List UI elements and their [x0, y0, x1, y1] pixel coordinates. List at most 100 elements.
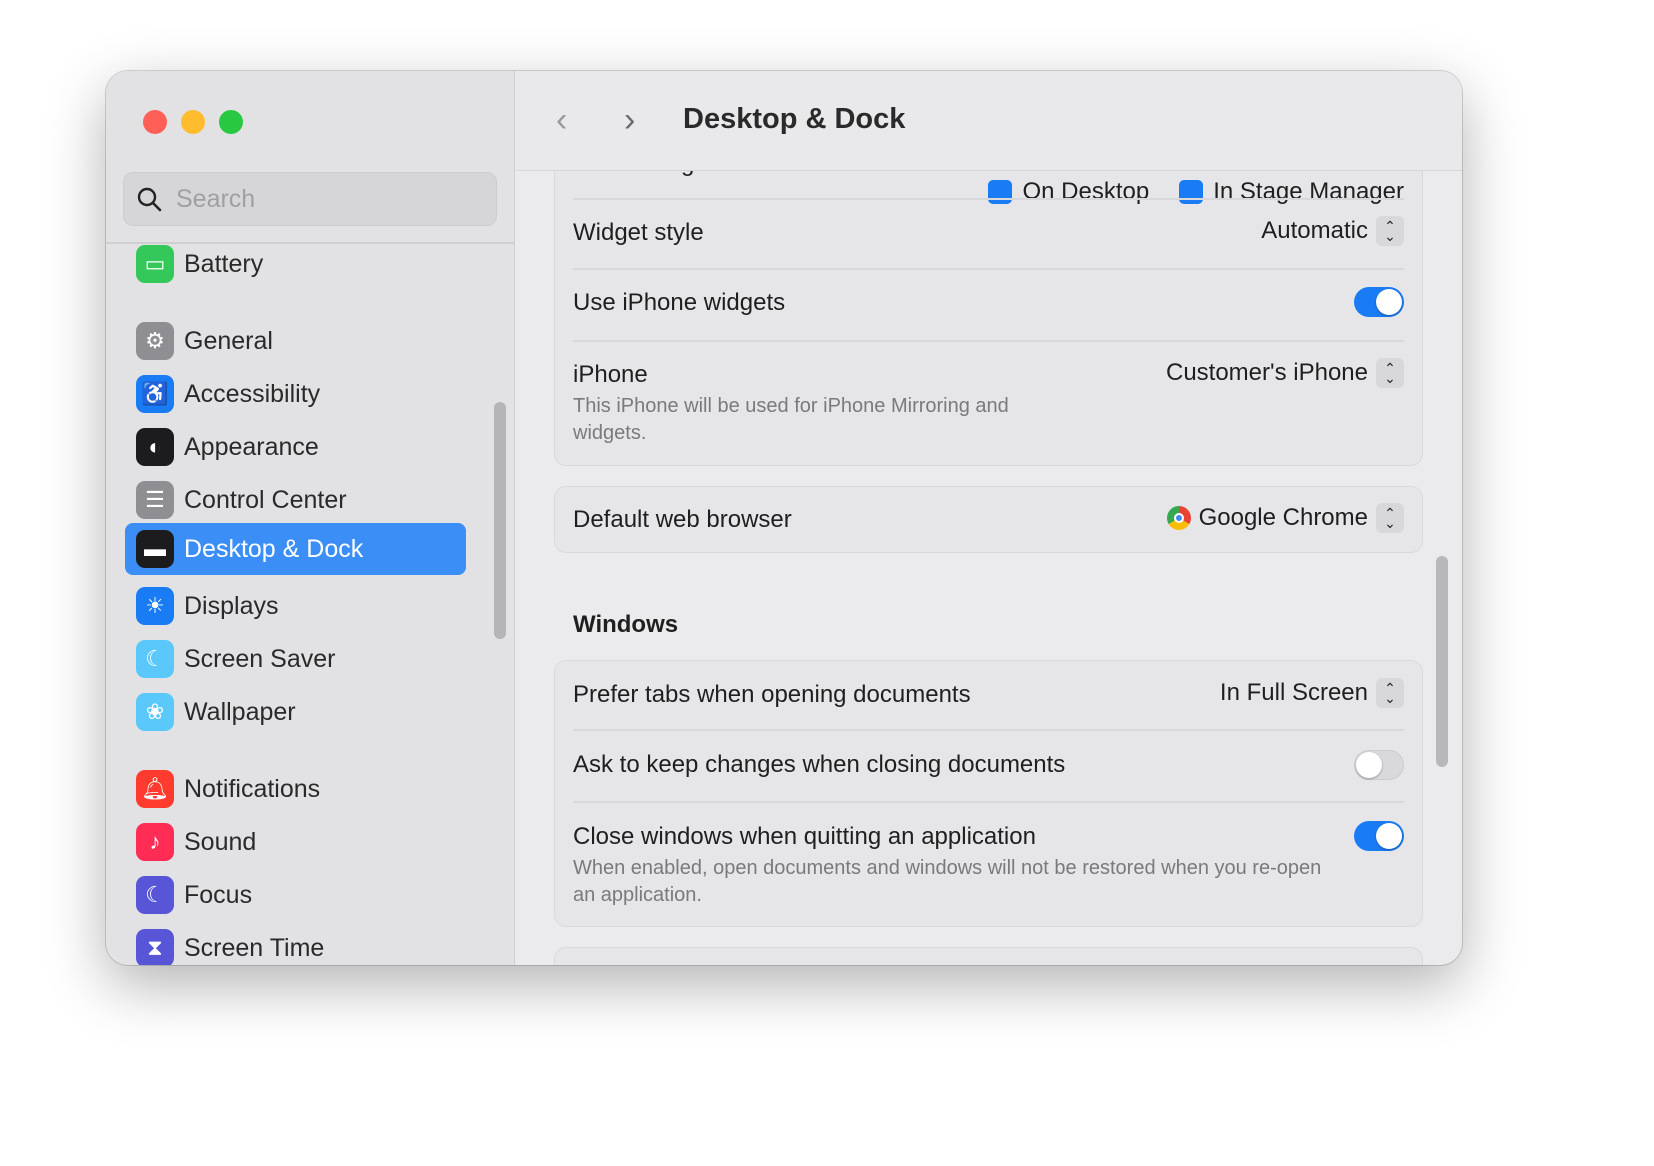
sidebar-item-appearance[interactable]: ◐ Appearance — [125, 421, 466, 473]
widget-style-popup[interactable]: Automatic ⌃ ⌄ — [1261, 216, 1404, 246]
prefer-tabs-row: Prefer tabs when opening documents In Fu… — [573, 678, 1404, 709]
sidebar-item-label: Appearance — [184, 432, 319, 461]
screen-saver-icon: ☾ — [136, 640, 174, 678]
divider — [573, 340, 1404, 342]
sidebar-item-control-center[interactable]: ☰ Control Center — [125, 474, 466, 526]
chevron-updown-icon: ⌃ ⌄ — [1376, 503, 1404, 533]
back-button[interactable]: ‹ — [556, 101, 567, 140]
sidebar-item-label: General — [184, 326, 273, 355]
ask-keep-toggle[interactable] — [1354, 750, 1404, 780]
row-description: When enabled, open documents and windows… — [573, 857, 1322, 906]
magnifier-icon — [137, 187, 162, 212]
sidebar-item-label: Wallpaper — [184, 697, 296, 726]
use-iphone-widgets-toggle[interactable] — [1354, 287, 1404, 317]
sidebar-item-label: Screen Time — [184, 933, 325, 962]
sidebar: Search ▭ Battery ⚙ General ♿ Accessibility … — [106, 71, 515, 965]
sidebar-item-focus[interactable]: ☾ Focus — [125, 869, 466, 921]
popup-value: Customer's iPhone — [1165, 359, 1368, 386]
content-pane: ‹ › Desktop & Dock Show Widgets On Deskt… — [516, 71, 1462, 965]
appearance-icon: ◐ — [136, 428, 174, 466]
windows-section-title: Windows — [573, 611, 679, 638]
popup-value: In Full Screen — [1219, 679, 1368, 706]
zoom-button[interactable] — [219, 110, 243, 134]
sidebar-list: ▭ Battery ⚙ General ♿ Accessibility ◐ Appear… — [106, 244, 515, 965]
on-desktop-checkbox[interactable] — [988, 180, 1013, 204]
sidebar-item-sound[interactable]: ♪ Sound — [125, 816, 466, 868]
sidebar-item-battery[interactable]: ▭ Battery — [125, 244, 466, 290]
chevron-updown-icon: ⌃ ⌄ — [1376, 678, 1404, 708]
hourglass-icon: ⧗ — [136, 929, 174, 965]
sidebar-item-label: Screen Saver — [184, 644, 336, 673]
row-label: Ask to keep changes when closing documen… — [573, 751, 1066, 778]
sidebar-item-label: Sound — [184, 827, 257, 856]
use-iphone-widgets-row: Use iPhone widgets — [573, 287, 1404, 317]
widgets-card: Show Widgets On Desktop In Stage Manager… — [554, 131, 1423, 466]
forward-button[interactable]: › — [624, 101, 635, 140]
row-label: Widget style — [573, 219, 704, 246]
flower-icon: ❀ — [136, 693, 174, 731]
chrome-icon — [1166, 506, 1191, 530]
divider — [573, 198, 1404, 200]
accessibility-icon: ♿ — [136, 375, 174, 413]
sidebar-item-label: Focus — [184, 880, 253, 909]
chevron-updown-icon: ⌃ ⌄ — [1376, 216, 1404, 246]
default-browser-row: Default web browser Google Chrome ⌃ ⌄ — [573, 503, 1404, 534]
bell-icon: 🔔︎ — [136, 770, 174, 808]
sidebar-item-label: Notifications — [184, 774, 321, 803]
speaker-icon: ♪ — [136, 823, 174, 861]
windows-card: Prefer tabs when opening documents In Fu… — [554, 660, 1423, 927]
popup-value: Automatic — [1261, 217, 1368, 244]
battery-icon: ▭ — [136, 245, 174, 283]
search-input[interactable]: Search — [123, 172, 497, 226]
sidebar-item-screen-time[interactable]: ⧗ Screen Time — [125, 922, 466, 965]
divider — [573, 268, 1404, 270]
popup-value: Google Chrome — [1198, 504, 1368, 531]
sidebar-item-label: Battery — [184, 249, 264, 278]
content-scrollbar[interactable] — [1436, 556, 1448, 767]
sidebar-item-accessibility[interactable]: ♿ Accessibility — [125, 368, 466, 420]
page-title: Desktop & Dock — [683, 103, 906, 135]
divider — [573, 801, 1404, 803]
iphone-row: iPhone This iPhone will be used for iPho… — [573, 358, 1404, 447]
row-label: Default web browser — [573, 506, 792, 533]
sidebar-item-displays[interactable]: ☀ Displays — [125, 580, 466, 632]
sidebar-item-label: Accessibility — [184, 379, 321, 408]
sidebar-item-wallpaper[interactable]: ❀ Wallpaper — [125, 686, 466, 738]
sidebar-item-label: Control Center — [184, 485, 347, 514]
gear-icon: ⚙ — [136, 322, 174, 360]
search-placeholder: Search — [176, 184, 256, 213]
prefer-tabs-popup[interactable]: In Full Screen ⌃ ⌄ — [1220, 678, 1404, 708]
sidebar-item-general[interactable]: ⚙ General — [125, 315, 466, 367]
toolbar: ‹ › Desktop & Dock — [516, 71, 1462, 171]
control-center-icon: ☰ — [136, 481, 174, 519]
browser-card: Default web browser Google Chrome ⌃ ⌄ — [554, 486, 1423, 553]
next-card — [554, 947, 1423, 965]
row-description: This iPhone will be used for iPhone Mirr… — [573, 395, 1009, 444]
divider — [573, 729, 1404, 731]
sidebar-item-desktop-dock[interactable]: ▬ Desktop & Dock — [125, 523, 466, 575]
close-button[interactable] — [143, 110, 167, 134]
browser-popup[interactable]: Google Chrome ⌃ ⌄ — [1166, 503, 1404, 533]
iphone-popup[interactable]: Customer's iPhone ⌃ ⌄ — [1166, 358, 1404, 388]
moon-icon: ☾ — [136, 876, 174, 914]
close-windows-row: Close windows when quitting an applicati… — [573, 821, 1404, 909]
stage-manager-checkbox[interactable] — [1179, 180, 1204, 204]
ask-keep-row: Ask to keep changes when closing documen… — [573, 750, 1404, 780]
sun-icon: ☀ — [136, 587, 174, 625]
row-label: Prefer tabs when opening documents — [573, 681, 971, 708]
settings-window: Search ▭ Battery ⚙ General ♿ Accessibility … — [106, 71, 1462, 965]
sidebar-item-screen-saver[interactable]: ☾ Screen Saver — [125, 633, 466, 685]
row-label: Use iPhone widgets — [573, 289, 786, 316]
widget-style-row: Widget style Automatic ⌃ ⌄ — [573, 216, 1404, 247]
sidebar-scrollbar[interactable] — [494, 402, 506, 639]
row-label: Close windows when quitting an applicati… — [573, 823, 1036, 850]
dock-icon: ▬ — [136, 530, 174, 568]
sidebar-item-label: Desktop & Dock — [184, 534, 364, 563]
checkbox-label: On Desktop — [1022, 178, 1150, 205]
checkbox-label: In Stage Manager — [1213, 178, 1404, 205]
sidebar-item-notifications[interactable]: 🔔︎ Notifications — [125, 763, 466, 815]
chevron-updown-icon: ⌃ ⌄ — [1376, 358, 1404, 388]
sidebar-item-label: Displays — [184, 591, 279, 620]
close-windows-toggle[interactable] — [1354, 821, 1404, 851]
minimize-button[interactable] — [181, 110, 205, 134]
